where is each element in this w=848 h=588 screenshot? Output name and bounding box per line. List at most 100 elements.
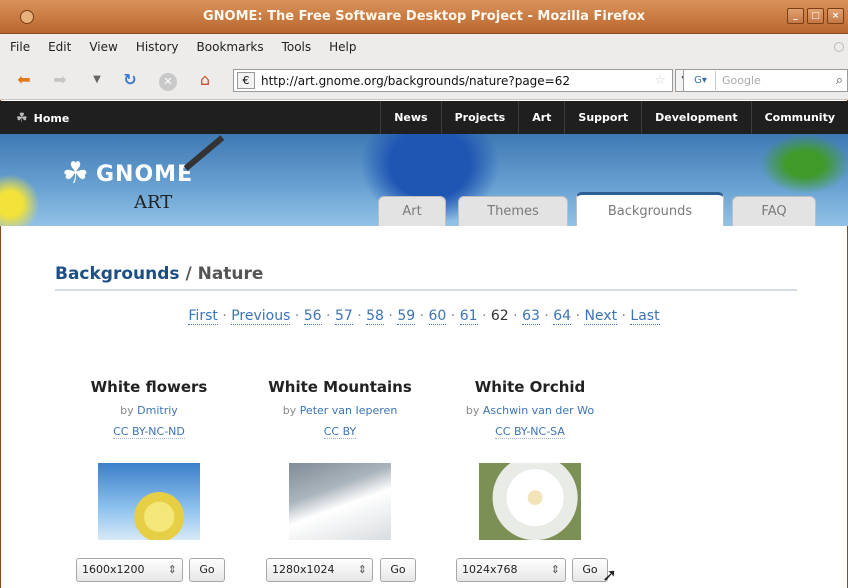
pager-sep: · xyxy=(575,308,580,324)
breadcrumb-nature: / Nature xyxy=(179,264,264,284)
window-titlebar[interactable]: GNOME: The Free Software Desktop Project… xyxy=(0,0,848,34)
maximize-button[interactable]: □ xyxy=(807,8,824,24)
item-title[interactable]: White Orchid xyxy=(445,378,615,396)
bookmark-star-icon[interactable]: ☆ xyxy=(654,73,666,88)
address-text[interactable]: http://art.gnome.org/backgrounds/nature?… xyxy=(261,74,570,88)
nav-development[interactable]: Development xyxy=(641,101,750,134)
nav-home-label: Home xyxy=(33,112,70,125)
pager-sep: · xyxy=(388,308,393,324)
nav-projects[interactable]: Projects xyxy=(440,101,519,134)
item-title[interactable]: White flowers xyxy=(64,378,234,396)
search-bar[interactable]: G▾ Google ⌕ xyxy=(683,69,848,92)
menu-bookmarks[interactable]: Bookmarks xyxy=(197,40,264,54)
pager-page-57[interactable]: 57 xyxy=(334,308,353,325)
menu-edit[interactable]: Edit xyxy=(48,40,71,54)
item-license-link[interactable]: CC BY xyxy=(323,425,357,439)
pager-sep: · xyxy=(513,308,518,324)
updown-arrow-icon: ⇕ xyxy=(167,563,177,576)
item-byline: by Dmitriy xyxy=(64,404,234,417)
item-thumbnail-white-flowers[interactable] xyxy=(98,463,200,540)
forward-button[interactable]: ➡ xyxy=(50,70,70,90)
go-button[interactable]: Go xyxy=(380,558,416,582)
close-button[interactable]: × xyxy=(827,8,844,24)
nav-news[interactable]: News xyxy=(380,101,440,134)
pager-page-63[interactable]: 63 xyxy=(522,308,540,325)
home-button[interactable]: ⌂ xyxy=(194,70,216,90)
home-icon: ⌂ xyxy=(199,70,211,89)
minimize-button[interactable]: _ xyxy=(787,8,804,24)
resolution-value: 1024x768 xyxy=(462,563,518,576)
site-navigation: ☘ Home News Projects Art Support Develop… xyxy=(0,101,848,134)
resolution-select[interactable]: 1280x1024 ⇕ xyxy=(266,558,373,582)
go-button[interactable]: Go xyxy=(189,558,225,582)
pager-previous[interactable]: Previous xyxy=(231,308,291,325)
section-tabs: Art Themes Backgrounds FAQ xyxy=(0,192,848,226)
pager-current-page: 62 xyxy=(490,308,509,324)
stop-button[interactable]: ✕ xyxy=(158,70,178,91)
tab-faq[interactable]: FAQ xyxy=(732,196,816,226)
nav-home-link[interactable]: ☘ Home xyxy=(16,111,69,126)
pagination: First · Previous · 56 · 57 · 58 · 59 · 6… xyxy=(0,308,848,325)
pager-first[interactable]: First xyxy=(188,308,218,325)
pager-sep: · xyxy=(326,308,331,324)
menu-history[interactable]: History xyxy=(136,40,179,54)
menu-help[interactable]: Help xyxy=(329,40,356,54)
address-bar[interactable]: € http://art.gnome.org/backgrounds/natur… xyxy=(233,69,673,92)
page-title: Backgrounds / Nature xyxy=(55,264,263,284)
byline-prefix: by xyxy=(120,404,138,417)
paintbrush-icon xyxy=(183,135,225,171)
pager-next[interactable]: Next xyxy=(584,308,618,325)
forward-arrow-icon: ➡ xyxy=(53,70,67,89)
search-input[interactable]: Google xyxy=(722,74,761,87)
navigation-toolbar: ⬅ ➡ ▼ ↻ ✕ ⌂ € http://art.gnome.org/backg… xyxy=(0,60,848,100)
gnome-foot-logo-icon: ☘ xyxy=(62,156,89,191)
pager-sep: · xyxy=(481,308,487,324)
pager-page-64[interactable]: 64 xyxy=(553,308,572,325)
item-author-link[interactable]: Peter van Ieperen xyxy=(299,404,398,417)
banner-splash-green xyxy=(760,134,848,194)
pager-sep: · xyxy=(294,308,300,324)
reload-button[interactable]: ↻ xyxy=(120,70,140,90)
pager-page-60[interactable]: 60 xyxy=(428,308,447,325)
nav-support[interactable]: Support xyxy=(564,101,641,134)
back-button[interactable]: ⬅ xyxy=(14,70,34,90)
menu-view[interactable]: View xyxy=(89,40,117,54)
site-identity-icon[interactable]: € xyxy=(237,72,255,89)
menu-file[interactable]: File xyxy=(10,40,30,54)
back-arrow-icon: ⬅ xyxy=(17,70,31,89)
item-author-link[interactable]: Dmitriy xyxy=(137,404,178,417)
search-engine-button[interactable]: G▾ xyxy=(686,71,716,90)
search-icon[interactable]: ⌕ xyxy=(836,73,843,88)
byline-prefix: by xyxy=(465,404,483,417)
pager-page-61[interactable]: 61 xyxy=(459,308,478,325)
breadcrumb-backgrounds[interactable]: Backgrounds xyxy=(55,264,180,284)
updown-arrow-icon: ⇕ xyxy=(357,563,367,576)
nav-community[interactable]: Community xyxy=(750,101,848,134)
menu-tools[interactable]: Tools xyxy=(282,40,312,54)
pager-page-58[interactable]: 58 xyxy=(366,308,384,325)
pager-sep: · xyxy=(419,308,425,324)
window-title: GNOME: The Free Software Desktop Project… xyxy=(202,9,646,24)
pager-page-56[interactable]: 56 xyxy=(303,308,322,325)
tab-art[interactable]: Art xyxy=(378,196,446,226)
tab-backgrounds[interactable]: Backgrounds xyxy=(576,192,724,226)
item-author-link[interactable]: Aschwin van der Wo xyxy=(482,404,595,417)
history-dropdown-button[interactable]: ▼ xyxy=(90,70,104,90)
item-license-link[interactable]: CC BY-NC-ND xyxy=(113,425,185,439)
menu-bar: File Edit View History Bookmarks Tools H… xyxy=(0,34,848,60)
pager-last[interactable]: Last xyxy=(630,308,660,325)
tab-themes[interactable]: Themes xyxy=(458,196,568,226)
item-license-link[interactable]: CC BY-NC-SA xyxy=(495,425,565,439)
item-thumbnail-white-mountains[interactable] xyxy=(289,463,391,540)
resolution-select[interactable]: 1600x1200 ⇕ xyxy=(76,558,183,582)
gnome-foot-icon: ☘ xyxy=(16,111,28,126)
pager-page-59[interactable]: 59 xyxy=(397,308,416,325)
firefox-app-icon[interactable] xyxy=(20,10,34,24)
nav-art[interactable]: Art xyxy=(518,101,564,134)
resolution-select[interactable]: 1024x768 ⇕ xyxy=(456,558,566,582)
item-title[interactable]: White Mountains xyxy=(255,378,425,396)
throbber-icon xyxy=(834,42,844,52)
pager-sep: · xyxy=(450,308,456,324)
item-thumbnail-white-orchid[interactable] xyxy=(479,463,581,540)
background-item: White Orchid by Aschwin van der Wo CC BY… xyxy=(445,378,615,439)
